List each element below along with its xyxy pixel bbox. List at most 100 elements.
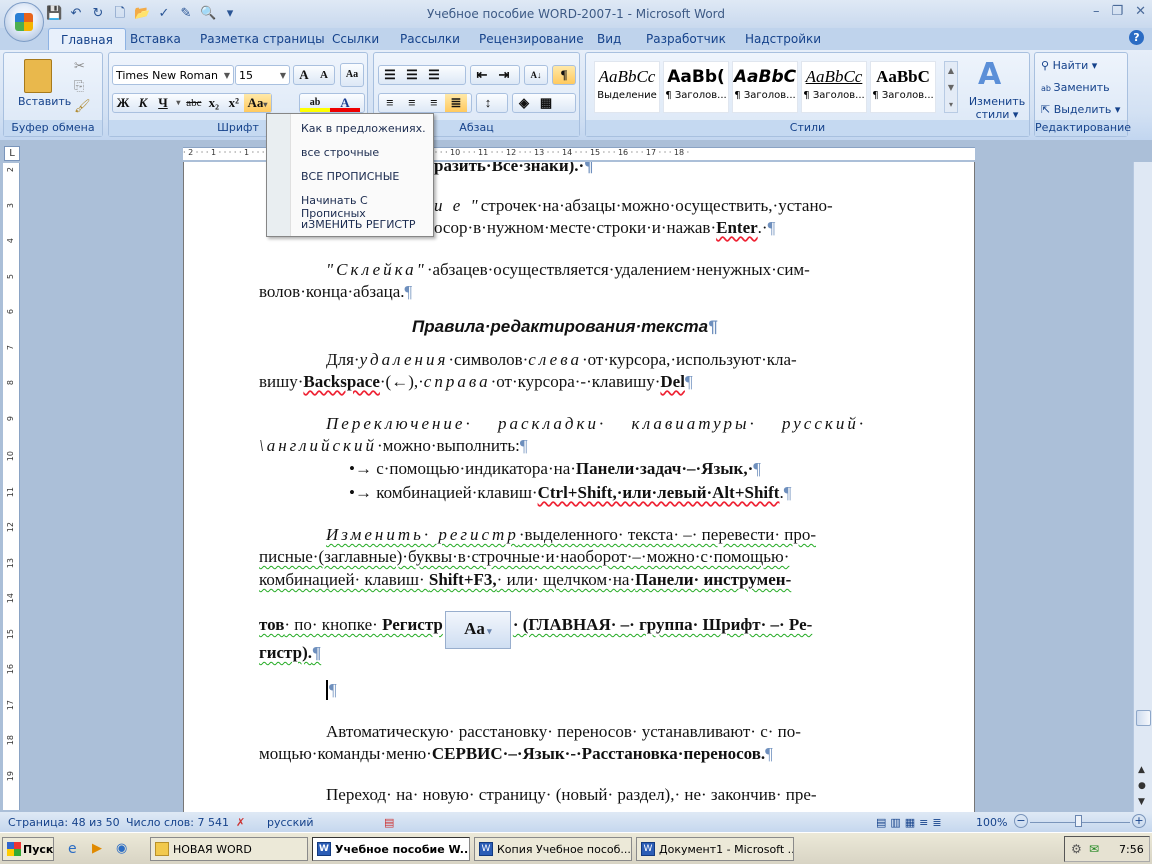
multilevel-list-button[interactable]: ☰	[423, 66, 445, 84]
superscript-button[interactable]: x²	[224, 94, 244, 112]
ie-icon[interactable]: e	[68, 841, 77, 857]
scrollbar-thumb[interactable]	[1136, 710, 1151, 726]
tab-home[interactable]: Главная	[48, 28, 126, 52]
clear-formatting-button[interactable]: Aa	[340, 63, 364, 87]
justify-button[interactable]: ≣	[445, 94, 467, 112]
tab-addins[interactable]: Надстройки	[745, 32, 821, 46]
minimize-button[interactable]: –	[1093, 4, 1100, 19]
tab-selector[interactable]: L	[4, 146, 20, 161]
style-heading-1[interactable]: AaBb(¶ Заголов...	[663, 61, 729, 113]
redo-icon[interactable]: ↻	[90, 6, 106, 22]
vertical-scrollbar[interactable]: ▲ ● ▼	[1133, 162, 1152, 812]
format-painter-icon[interactable]: 🖌	[74, 99, 91, 114]
copy-icon[interactable]: ⎘	[74, 79, 84, 94]
change-case-button[interactable]: Aa▾	[243, 94, 272, 112]
style-heading-3[interactable]: AaBbCc ¶ Заголов...	[801, 61, 867, 113]
tab-insert[interactable]: Вставка	[130, 32, 181, 46]
group-label: Редактирование	[1035, 120, 1131, 136]
shading-button[interactable]: ◈	[513, 94, 535, 112]
menu-item-lowercase[interactable]: все строчные	[301, 146, 379, 159]
save-icon[interactable]: 💾	[46, 6, 62, 22]
close-button[interactable]: ✕	[1135, 4, 1146, 19]
vertical-ruler[interactable]: 2 3 4 5 6 7 8 9 10 11 12 13 14 15 16 17 18 19	[3, 163, 20, 810]
style-emphasis[interactable]: AaBbCc Выделение	[594, 61, 660, 113]
language-indicator[interactable]: русский	[267, 816, 314, 829]
find-button[interactable]: ⚲ Найти ▾	[1041, 59, 1097, 72]
tray-icon[interactable]: ⚙	[1071, 842, 1082, 856]
underline-button[interactable]: Ч	[153, 94, 173, 112]
office-button[interactable]	[4, 2, 44, 42]
tab-review[interactable]: Рецензирование	[479, 32, 584, 46]
restore-button[interactable]: ❐	[1111, 4, 1123, 19]
shrink-font-button[interactable]: A	[314, 66, 334, 84]
zoom-in-button[interactable]: +	[1132, 814, 1146, 828]
page-indicator[interactable]: Страница: 48 из 50	[8, 816, 120, 829]
menu-item-toggle-case[interactable]: иЗМЕНИТЬ РЕГИСТР	[301, 218, 415, 231]
zoom-slider-thumb[interactable]	[1075, 815, 1082, 827]
menu-item-sentence-case[interactable]: Как в предложениях.	[301, 122, 426, 135]
zoom-out-button[interactable]: −	[1014, 814, 1028, 828]
underline-dropdown[interactable]: ▾	[173, 94, 184, 112]
proofing-icon[interactable]: ✗	[236, 816, 245, 829]
new-icon[interactable]: 🗋	[112, 6, 128, 22]
select-button[interactable]: ⇱ Выделить ▾	[1041, 103, 1120, 116]
menu-item-capitalize-each-word[interactable]: Начинать С Прописных	[301, 194, 433, 220]
paste-button[interactable]: Вставить	[18, 95, 71, 108]
taskbar-item-word-copy[interactable]: W Копия Учебное пособ...	[474, 837, 632, 861]
bullets-button[interactable]: ☰	[379, 66, 401, 84]
styles-scroll[interactable]: ▲ ▼ ▾	[944, 61, 958, 113]
numbering-button[interactable]: ☰	[401, 66, 423, 84]
help-icon[interactable]: ?	[1129, 30, 1144, 45]
customize-qat-button[interactable]: ▾	[222, 6, 238, 22]
tab-developer[interactable]: Разработчик	[646, 32, 726, 46]
highlight-button[interactable]: ab	[300, 94, 330, 112]
align-right-button[interactable]: ≡	[423, 94, 445, 112]
browse-object-buttons[interactable]: ▲ ● ▼	[1138, 762, 1146, 810]
tab-page-layout[interactable]: Разметка страницы	[200, 32, 325, 46]
show-formatting-marks-button[interactable]: ¶	[552, 65, 576, 85]
cut-icon[interactable]: ✂	[74, 59, 85, 74]
align-center-button[interactable]: ≡	[401, 94, 423, 112]
replace-button[interactable]: ab Заменить	[1041, 81, 1110, 94]
spelling-icon[interactable]: ✓	[156, 6, 172, 22]
word-icon: W	[317, 842, 331, 856]
tab-mailings[interactable]: Рассылки	[400, 32, 460, 46]
zoom-level[interactable]: 100%	[976, 816, 1007, 829]
view-buttons[interactable]: ▤▥▦≡≣	[876, 816, 946, 829]
font-name-select[interactable]: Times New Roman ▼	[112, 65, 234, 85]
open-icon[interactable]: 📂	[134, 6, 150, 22]
align-left-button[interactable]: ≡	[379, 94, 401, 112]
sort-button[interactable]: А↓	[524, 65, 548, 85]
taskbar-item-document1[interactable]: W Документ1 - Microsoft ...	[636, 837, 794, 861]
edit-icon[interactable]: ✎	[178, 6, 194, 22]
font-color-button[interactable]: A	[330, 94, 360, 112]
borders-button[interactable]: ▦	[535, 94, 557, 112]
line-spacing-button[interactable]: ↕	[476, 93, 508, 113]
quick-launch-icon[interactable]: ◉	[116, 841, 127, 856]
font-size-select[interactable]: 15 ▼	[235, 65, 290, 85]
grow-font-button[interactable]: A	[294, 66, 314, 84]
print-preview-icon[interactable]: 🔍	[200, 6, 216, 22]
taskbar-item-folder[interactable]: НОВАЯ WORD	[150, 837, 308, 861]
macro-recording-icon[interactable]: ▤	[384, 816, 394, 829]
font-size-buttons: AA	[293, 65, 335, 85]
document-page[interactable]: разить·Все·знаки).· ¶ и е "строчек·на·абз…	[183, 162, 975, 812]
italic-button[interactable]: К	[133, 94, 153, 112]
undo-icon[interactable]: ↶	[68, 6, 84, 22]
style-heading-4[interactable]: AaBbC ¶ Заголов...	[870, 61, 936, 113]
subscript-button[interactable]: x₂	[204, 94, 224, 112]
menu-item-uppercase[interactable]: ВСЕ ПРОПИСНЫЕ	[301, 170, 399, 183]
tab-references[interactable]: Ссылки	[332, 32, 379, 46]
tray-icon[interactable]: ✉	[1089, 842, 1099, 856]
decrease-indent-button[interactable]: ⇤	[471, 66, 493, 84]
taskbar-item-word-active[interactable]: W Учебное пособие W...	[312, 837, 470, 861]
increase-indent-button[interactable]: ⇥	[493, 66, 515, 84]
media-player-icon[interactable]: ▶	[92, 841, 102, 856]
strikethrough-button[interactable]: abc	[184, 94, 204, 112]
word-count[interactable]: Число слов: 7 541	[126, 816, 229, 829]
bold-button[interactable]: Ж	[113, 94, 133, 112]
style-heading-2[interactable]: AaBbC ¶ Заголов...	[732, 61, 798, 113]
start-button[interactable]: Пуск	[2, 837, 54, 861]
change-styles-button[interactable]: Изменить стили ▾	[966, 95, 1028, 121]
tab-view[interactable]: Вид	[597, 32, 621, 46]
